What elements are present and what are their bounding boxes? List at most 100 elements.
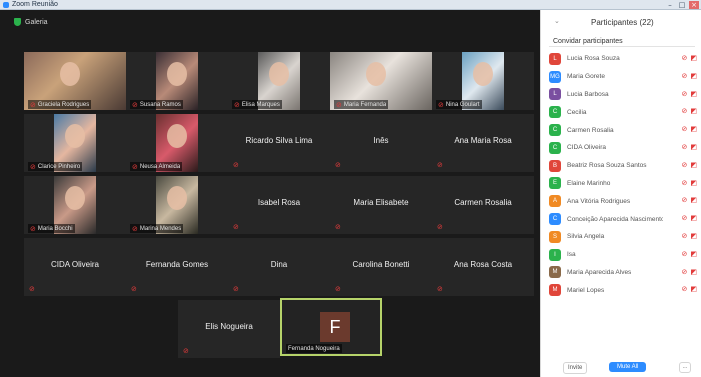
mic-muted-icon[interactable]: ⊘ [682,285,688,293]
video-tile-active[interactable]: F Fernanda Nogueira [280,298,382,356]
video-off-icon[interactable]: ◩ [690,107,697,115]
mic-muted-icon[interactable]: ⊘ [682,125,688,133]
mic-muted-icon: ⊘ [131,285,137,293]
mic-muted-icon: ⊘ [30,224,36,233]
video-tile[interactable]: Ricardo Silva Lima ⊘ [228,114,330,172]
mic-muted-icon: ⊘ [132,224,138,233]
video-tile[interactable]: Inês ⊘ [330,114,432,172]
mic-muted-icon[interactable]: ⊘ [682,179,688,187]
participant-list-item[interactable]: L Lucia Barbosa ⊘ ◩ [549,86,699,104]
mic-muted-icon[interactable]: ⊘ [682,214,688,222]
video-tile[interactable]: ⊘ Nina Goulart [432,52,534,110]
video-tile[interactable]: Carmen Rosalia ⊘ [432,176,534,234]
mic-muted-icon[interactable]: ⊘ [682,232,688,240]
video-off-icon[interactable]: ◩ [690,196,697,204]
avatar: C [549,124,561,137]
video-tile[interactable]: Carolina Bonetti ⊘ [330,238,432,296]
video-off-icon[interactable]: ◩ [690,179,697,187]
participant-status-icons: ⊘ ◩ [682,268,698,276]
participant-face [65,186,85,210]
video-off-icon[interactable]: ◩ [690,232,697,240]
mic-muted-icon[interactable]: ⊘ [682,268,688,276]
participant-status-icons: ⊘ ◩ [682,90,698,98]
video-tile[interactable]: ⊘ Graciela Rodrigues [24,52,126,110]
avatar: E [549,177,561,190]
mic-muted-icon[interactable]: ⊘ [682,72,688,80]
video-tile[interactable]: ⊘ Susana Ramos [126,52,228,110]
participant-status-icons: ⊘ ◩ [682,125,698,133]
participant-list-item[interactable]: B Beatriz Rosa Souza Santos ⊘ ◩ [549,157,699,175]
video-tile[interactable]: Ana Rosa Costa ⊘ [432,238,534,296]
video-off-icon[interactable]: ◩ [690,285,697,293]
video-tile[interactable]: ⊘ Maria Bocchi [24,176,126,234]
participant-list-name: Lucia Rosa Souza [567,55,620,63]
participant-list-name: Isa [567,251,576,259]
video-off-icon[interactable]: ◩ [690,143,697,151]
video-tile[interactable]: ⊘ Marina Mendes [126,176,228,234]
chevron-down-icon[interactable]: ⌄ [554,17,560,25]
video-off-icon[interactable]: ◩ [690,250,697,258]
video-tile[interactable]: Elis Nogueira ⊘ [178,300,280,358]
participant-list-item[interactable]: L Lucia Rosa Souza ⊘ ◩ [549,50,699,68]
more-button[interactable]: ... [679,362,691,373]
video-off-icon[interactable]: ◩ [690,125,697,133]
mic-muted-icon[interactable]: ⊘ [682,90,688,98]
shield-icon[interactable] [14,18,21,26]
mic-muted-icon: ⊘ [335,161,341,169]
participant-list-item[interactable]: C CIDA Oliveira ⊘ ◩ [549,139,699,157]
participant-name: CIDA Oliveira [50,260,99,269]
mute-all-button[interactable]: Mute All [609,362,647,372]
video-off-icon[interactable]: ◩ [690,161,697,169]
video-tile[interactable]: ⊘ Clarice Pinheiro [24,114,126,172]
participant-list-name: Ana Vitória Rodrigues [567,197,631,205]
participant-list-item[interactable]: C Carmen Rosalia ⊘ ◩ [549,121,699,139]
participants-list: L Lucia Rosa Souza ⊘ ◩ MG Maria Gorete ⊘ ◩ L Luci… [549,50,699,299]
mic-muted-icon[interactable]: ⊘ [682,161,688,169]
video-tile[interactable]: Maria Elisabete ⊘ [330,176,432,234]
participant-list-item[interactable]: I Isa ⊘ ◩ [549,246,699,264]
participant-name-label: ⊘ Clarice Pinheiro [28,162,83,171]
participant-list-item[interactable]: S Silvia Angela ⊘ ◩ [549,228,699,246]
video-off-icon[interactable]: ◩ [690,268,697,276]
video-tile[interactable]: Ana Maria Rosa ⊘ [432,114,534,172]
avatar: I [549,248,561,261]
participant-list-item[interactable]: M Mariel Lopes ⊘ ◩ [549,281,699,299]
mic-muted-icon[interactable]: ⊘ [682,54,688,62]
video-tile[interactable]: Isabel Rosa ⊘ [228,176,330,234]
participant-status-icons: ⊘ ◩ [682,72,698,80]
video-off-icon[interactable]: ◩ [690,72,697,80]
mic-muted-icon[interactable]: ⊘ [682,143,688,151]
participant-list-item[interactable]: M Maria Aparecida Alves ⊘ ◩ [549,264,699,282]
mic-muted-icon[interactable]: ⊘ [682,107,688,115]
video-tile[interactable]: Fernanda Gomes ⊘ [126,238,228,296]
video-tile[interactable]: ⊘ Maria Fernanda [330,52,432,110]
invite-participants-header[interactable]: Convidar participantes [549,36,695,47]
video-tile[interactable]: ⊘ Neusa Almeida [126,114,228,172]
mic-muted-icon: ⊘ [336,100,342,109]
view-toggle-label[interactable]: Galeria [25,19,48,26]
close-icon[interactable]: × [689,1,699,9]
mic-muted-icon[interactable]: ⊘ [682,196,688,204]
mic-muted-icon: ⊘ [183,347,189,355]
video-tile[interactable]: Dina ⊘ [228,238,330,296]
video-off-icon[interactable]: ◩ [690,54,697,62]
participant-list-item[interactable]: A Ana Vitória Rodrigues ⊘ ◩ [549,192,699,210]
video-tile[interactable]: CIDA Oliveira ⊘ [24,238,126,296]
video-off-icon[interactable]: ◩ [690,90,697,98]
participant-list-item[interactable]: C Conceição Aparecida Nascimento ⊘ ◩ [549,210,699,228]
video-off-icon[interactable]: ◩ [690,214,697,222]
avatar: B [549,159,561,172]
participant-name: Elisa Marques [241,101,280,108]
participant-list-item[interactable]: E Elaine Marinho ⊘ ◩ [549,175,699,193]
minimize-icon[interactable]: – [665,1,675,9]
participant-list-item[interactable]: MG Maria Gorete ⊘ ◩ [549,68,699,86]
mic-muted-icon[interactable]: ⊘ [682,250,688,258]
maximize-icon[interactable]: □ [677,1,687,9]
invite-button[interactable]: Invite [563,362,588,374]
mic-muted-icon: ⊘ [29,285,35,293]
participant-list-item[interactable]: C Cecilia ⊘ ◩ [549,103,699,121]
participant-status-icons: ⊘ ◩ [682,285,698,293]
video-tile[interactable]: ⊘ Elisa Marques [228,52,330,110]
participant-name: Carolina Bonetti [352,260,410,269]
participant-name: Marina Mendes [139,225,182,232]
